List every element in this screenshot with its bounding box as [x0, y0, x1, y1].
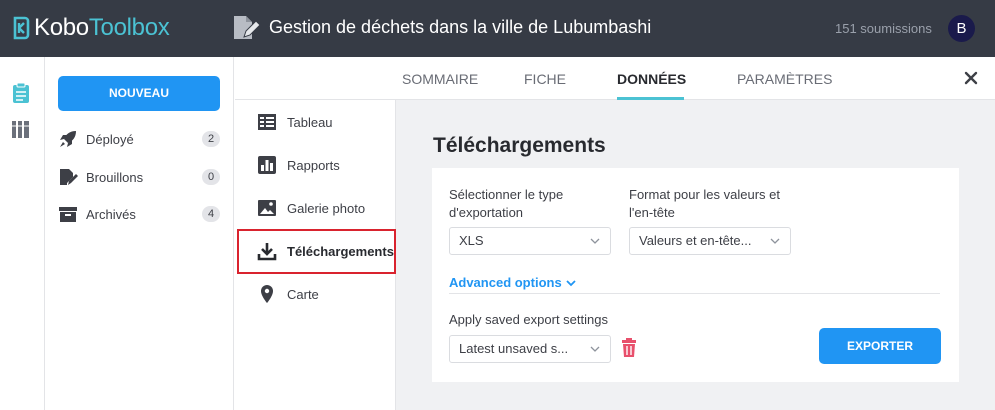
archive-box-icon [59, 207, 77, 222]
tab-summary[interactable]: SOMMAIRE [402, 71, 478, 87]
sidebar-item-archived[interactable]: Archivés 4 [58, 202, 220, 226]
rocket-icon [60, 131, 76, 147]
kobo-logo-icon [13, 16, 30, 40]
tab-data[interactable]: DONNÉES [617, 71, 686, 87]
tab-settings[interactable]: PARAMÈTRES [737, 71, 832, 87]
project-tabs: SOMMAIRE FICHE DONNÉES PARAMÈTRES [235, 57, 995, 100]
divider [449, 293, 940, 294]
chevron-down-icon [566, 279, 576, 286]
format-label: Format pour les valeurs et l'en-tête [629, 187, 781, 220]
saved-settings-label: Apply saved export settings [449, 312, 608, 327]
page-title: Téléchargements [433, 134, 606, 157]
form-edit-icon [234, 16, 260, 39]
export-type-select[interactable]: XLS [449, 227, 611, 255]
chevron-down-icon [770, 238, 780, 244]
active-item-highlight [237, 229, 396, 274]
photo-gallery-icon [258, 200, 276, 216]
sidebar: NOUVEAU Déployé 2 Brouillons 0 Archivés … [45, 57, 234, 410]
library-books-icon[interactable] [11, 118, 31, 140]
count-badge: 4 [202, 206, 220, 222]
submission-count: 151 soumissions [835, 21, 932, 36]
format-select[interactable]: Valeurs et en-tête... [629, 227, 791, 255]
saved-settings-value: Latest unsaved s... [459, 341, 569, 356]
submenu-item-label: Rapports [287, 157, 340, 173]
advanced-options-toggle[interactable]: Advanced options [449, 275, 576, 290]
kobotoolbox-logo[interactable]: KoboToolbox [12, 14, 170, 42]
submenu-item-map[interactable]: Carte [257, 283, 319, 305]
submenu-item-photo-gallery[interactable]: Galerie photo [257, 197, 365, 219]
count-badge: 2 [202, 131, 220, 147]
saved-settings-select[interactable]: Latest unsaved s... [449, 335, 611, 363]
export-type-label: Sélectionner le type d'exportation [449, 187, 564, 220]
export-type-value: XLS [459, 233, 484, 248]
logo-text-toolbox: Toolbox [88, 14, 170, 41]
top-bar: KoboToolbox Gestion de déchets dans la v… [0, 0, 995, 57]
close-icon[interactable] [963, 70, 979, 86]
draft-pencil-icon [60, 169, 78, 185]
logo-text-kobo: Kobo [34, 14, 89, 41]
icon-rail [0, 57, 45, 410]
map-pin-icon [261, 285, 273, 303]
bar-chart-icon [258, 156, 276, 174]
format-value: Valeurs et en-tête... [639, 233, 752, 248]
form-clipboard-icon[interactable] [11, 82, 31, 104]
submenu-item-label: Tableau [287, 114, 333, 130]
submenu-item-reports[interactable]: Rapports [257, 154, 340, 176]
sidebar-item-label: Déployé [86, 131, 134, 147]
logo-text: KoboToolbox [34, 14, 170, 42]
export-button[interactable]: EXPORTER [819, 328, 941, 364]
sidebar-item-label: Brouillons [86, 169, 144, 185]
tab-form[interactable]: FICHE [524, 71, 566, 87]
submenu-item-label: Galerie photo [287, 200, 366, 216]
submenu-item-label: Carte [287, 286, 319, 302]
sidebar-item-label: Archivés [86, 206, 136, 222]
table-icon [258, 114, 276, 130]
chevron-down-icon [590, 238, 600, 244]
user-avatar[interactable]: B [948, 15, 975, 42]
count-badge: 0 [202, 169, 220, 185]
chevron-down-icon [590, 346, 600, 352]
trash-icon[interactable] [620, 338, 638, 357]
advanced-options-label: Advanced options [449, 275, 562, 290]
sidebar-item-drafts[interactable]: Brouillons 0 [58, 165, 220, 189]
new-project-button[interactable]: NOUVEAU [58, 76, 220, 111]
sidebar-item-deployed[interactable]: Déployé 2 [58, 127, 220, 151]
project-title: Gestion de déchets dans la ville de Lubu… [269, 17, 652, 37]
submenu-item-table[interactable]: Tableau [257, 111, 333, 133]
